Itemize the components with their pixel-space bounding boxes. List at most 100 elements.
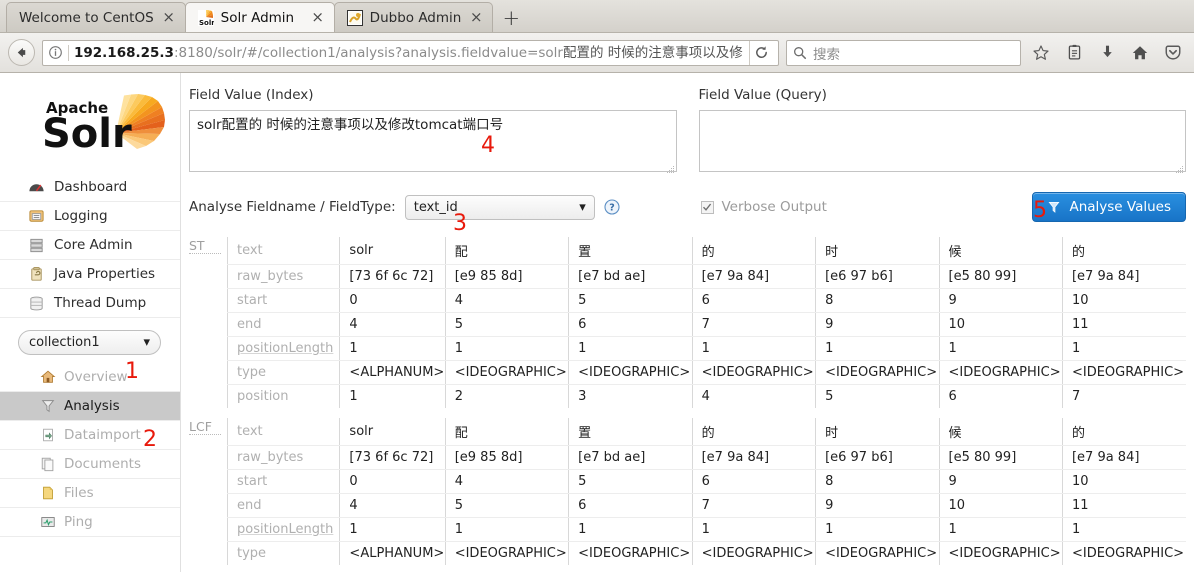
cell: 候 [939, 418, 1062, 446]
chevron-down-icon: ▾ [579, 200, 586, 215]
cell: 1 [340, 518, 445, 542]
home-button[interactable] [1127, 40, 1153, 66]
row-key: positionLength [228, 337, 340, 361]
cell: [e7 9a 84] [1062, 265, 1186, 289]
cell: 的 [692, 237, 815, 265]
sidebar-item-logging[interactable]: Logging [0, 202, 180, 231]
close-icon[interactable]: × [468, 10, 484, 25]
cell: 1 [1062, 337, 1186, 361]
cell: 7 [692, 313, 815, 337]
home-icon [1131, 44, 1149, 62]
fieldtype-select[interactable]: text_id ▾ [405, 195, 595, 220]
chevron-down-icon: ▾ [143, 335, 150, 350]
svg-text:?: ? [609, 203, 615, 214]
cell: <ALPHANUM> [340, 542, 445, 566]
new-tab-button[interactable]: + [496, 4, 526, 32]
sidebar-item-label: Ping [64, 514, 93, 530]
verbose-output-checkbox[interactable]: Verbose Output [701, 199, 827, 215]
sidebar-item-documents[interactable]: Documents [0, 450, 180, 479]
documents-icon [40, 456, 56, 472]
row-key: raw_bytes [228, 446, 340, 470]
sidebar-item-dataimport[interactable]: Dataimport [0, 421, 180, 450]
cell: 9 [816, 494, 939, 518]
pocket-icon [1164, 44, 1182, 62]
field-value-query-label: Field Value (Query) [699, 87, 1187, 103]
sidebar-item-java-properties[interactable]: Java Properties [0, 260, 180, 289]
browser-tab-0[interactable]: Welcome to CentOS × [6, 2, 186, 32]
downloads-button[interactable] [1094, 40, 1120, 66]
cell: 的 [692, 418, 815, 446]
cell: 的 [1062, 418, 1186, 446]
cell: 1 [939, 337, 1062, 361]
cell: <ALPHANUM> [340, 361, 445, 385]
cell: 1 [445, 518, 568, 542]
pocket-button[interactable] [1160, 40, 1186, 66]
sidebar-item-core-admin[interactable]: Core Admin [0, 231, 180, 260]
sidebar-item-label: Thread Dump [54, 295, 146, 311]
cell: 11 [1062, 313, 1186, 337]
sidebar-item-label: Analysis [64, 398, 120, 414]
cell: 6 [692, 470, 815, 494]
url-bar[interactable]: 192.168.25.3:8180/solr/#/collection1/ana… [42, 40, 779, 66]
sidebar-item-label: Documents [64, 456, 141, 472]
navigation-bar: 192.168.25.3:8180/solr/#/collection1/ana… [0, 33, 1194, 73]
core-selector[interactable]: collection1 ▾ [18, 330, 161, 355]
sidebar-item-files[interactable]: Files [0, 479, 180, 508]
library-button[interactable] [1061, 40, 1087, 66]
solr-logo[interactable]: Apache Solr [0, 81, 180, 173]
search-bar[interactable]: 搜索 [786, 40, 1021, 66]
info-icon[interactable] [48, 45, 63, 60]
cell: 3 [569, 385, 692, 409]
cell: 8 [816, 289, 939, 313]
table-row: raw_bytes [73 6f 6c 72] [e9 85 8d] [e7 b… [228, 446, 1187, 470]
sidebar-item-label: Files [64, 485, 94, 501]
table-row: start 0 4 5 6 8 9 10 [228, 470, 1187, 494]
search-placeholder: 搜索 [813, 43, 840, 63]
row-key: start [228, 289, 340, 313]
close-icon[interactable]: × [310, 10, 326, 25]
sidebar-item-thread-dump[interactable]: Thread Dump [0, 289, 180, 318]
url-divider [68, 45, 69, 61]
verbose-output-label: Verbose Output [722, 199, 827, 215]
analyzer-tag[interactable]: LCF [189, 418, 221, 435]
browser-tab-1[interactable]: Solr Solr Admin × [185, 2, 335, 32]
close-icon[interactable]: × [161, 10, 177, 25]
cell: 4 [692, 385, 815, 409]
cell: [73 6f 6c 72] [340, 265, 445, 289]
browser-tab-2[interactable]: Dubbo Admin × [334, 2, 494, 32]
cell: 4 [340, 494, 445, 518]
cell: 置 [569, 418, 692, 446]
cell: solr [340, 237, 445, 265]
reload-button[interactable] [749, 41, 773, 65]
checkbox-box[interactable] [701, 201, 714, 214]
cell: 1 [816, 337, 939, 361]
sidebar-item-dashboard[interactable]: Dashboard [0, 173, 180, 202]
fieldtype-select-value: text_id [414, 200, 458, 215]
analyzer-tag[interactable]: ST [189, 237, 221, 254]
sidebar-item-analysis[interactable]: Analysis [0, 392, 180, 421]
question-mark-icon[interactable]: ? [604, 199, 620, 215]
sidebar-item-ping[interactable]: Ping [0, 508, 180, 537]
field-value-index-input[interactable] [189, 110, 677, 172]
cell: 时 [816, 237, 939, 265]
cell: 1 [816, 518, 939, 542]
analyse-fieldname-label: Analyse Fieldname / FieldType: [189, 199, 396, 215]
cell: 9 [939, 289, 1062, 313]
row-key: text [228, 237, 340, 265]
analysis-table-st: text solr 配 置 的 时 候 的 raw_bytes [227, 237, 1186, 408]
sidebar-item-overview[interactable]: Overview [0, 363, 180, 392]
analysis-table-lcf: text solr 配 置 的 时 候 的 raw_bytes [227, 418, 1186, 565]
field-value-row: Field Value (Index) Field Valu [189, 87, 1186, 176]
cell: <IDEOGRAPHIC> [569, 542, 692, 566]
cell: 8 [816, 470, 939, 494]
row-key: start [228, 470, 340, 494]
core-selector-wrap: collection1 ▾ [0, 318, 180, 363]
analyse-values-button[interactable]: Analyse Values [1032, 192, 1186, 222]
reload-icon [754, 45, 769, 60]
bookmark-star-button[interactable] [1028, 40, 1054, 66]
cell: 5 [445, 494, 568, 518]
cell: [e6 97 b6] [816, 446, 939, 470]
url-text: 192.168.25.3:8180/solr/#/collection1/ana… [74, 44, 744, 62]
field-value-query-input[interactable] [699, 110, 1187, 172]
back-button[interactable] [8, 39, 35, 66]
